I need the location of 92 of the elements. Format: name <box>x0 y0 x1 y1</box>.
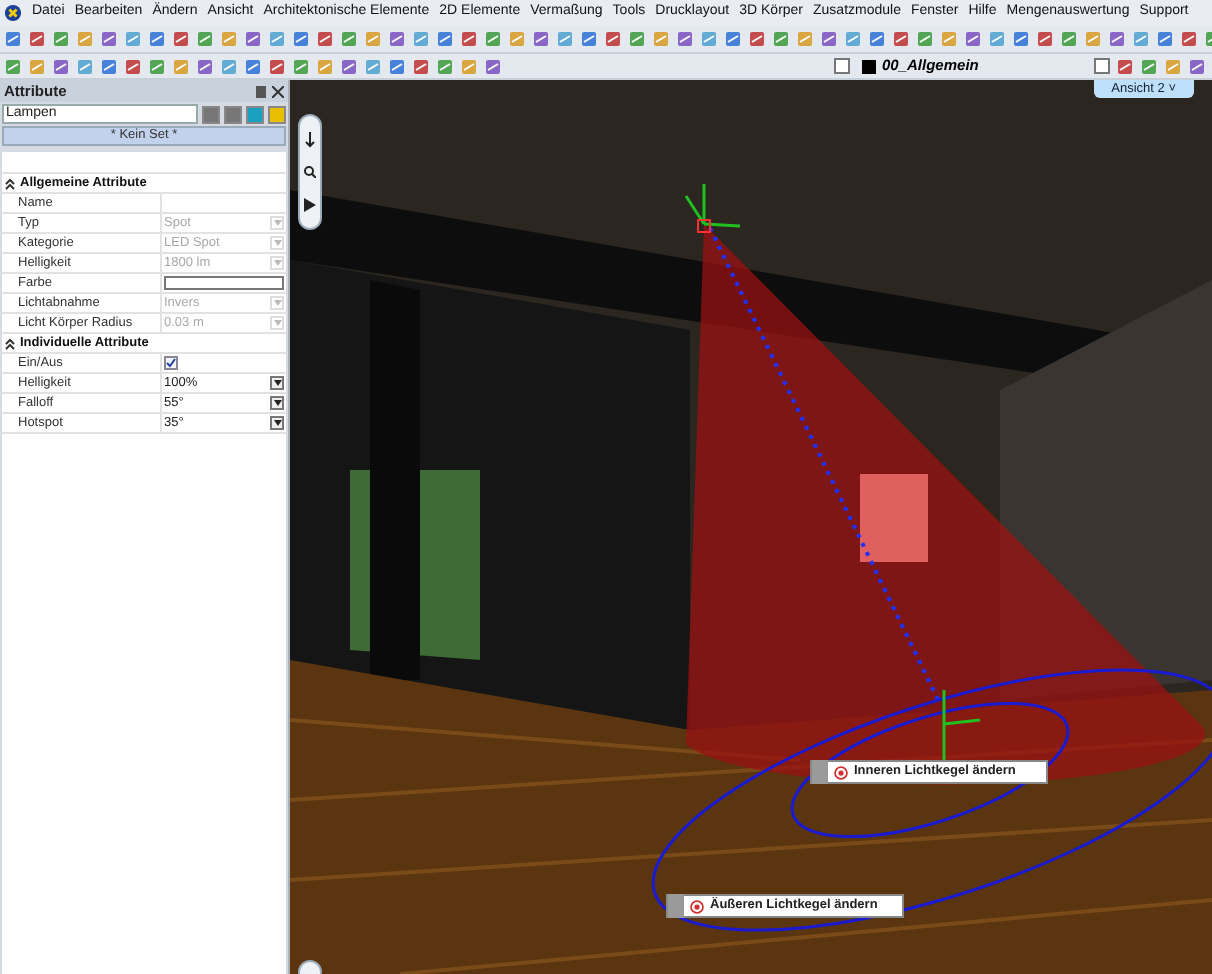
tool-icon[interactable] <box>1108 30 1126 48</box>
tool-icon[interactable] <box>460 57 478 75</box>
collapse-icon[interactable] <box>4 337 16 349</box>
tool-icon[interactable] <box>1012 30 1030 48</box>
tool-icon[interactable] <box>292 57 310 75</box>
tool-icon[interactable] <box>196 57 214 75</box>
tool-icon[interactable] <box>1036 30 1054 48</box>
tool-icon[interactable] <box>412 57 430 75</box>
tool-icon[interactable] <box>244 57 262 75</box>
tool-icon[interactable] <box>28 57 46 75</box>
dropdown-button[interactable] <box>270 416 284 430</box>
tool-icon[interactable] <box>1060 30 1078 48</box>
pin-icon[interactable] <box>256 85 266 97</box>
tool-icon[interactable] <box>52 30 70 48</box>
close-icon[interactable] <box>272 85 284 97</box>
tool-icon[interactable] <box>1188 57 1206 75</box>
checkbox[interactable] <box>164 356 178 370</box>
tool-icon[interactable] <box>388 30 406 48</box>
tool-icon[interactable] <box>148 30 166 48</box>
tool-icon[interactable] <box>940 30 958 48</box>
tool-icon[interactable] <box>172 30 190 48</box>
tool-icon[interactable] <box>676 30 694 48</box>
tool-icon[interactable] <box>268 57 286 75</box>
tool-icon[interactable] <box>196 30 214 48</box>
tool-icon[interactable] <box>340 30 358 48</box>
tool-icon[interactable] <box>604 30 622 48</box>
tool-icon[interactable] <box>964 30 982 48</box>
tool-icon[interactable] <box>1116 57 1134 75</box>
tool-icon[interactable] <box>316 30 334 48</box>
tool-icon[interactable] <box>580 30 598 48</box>
tool-icon[interactable] <box>316 57 334 75</box>
tool-icon[interactable] <box>868 30 886 48</box>
tool-icon[interactable] <box>508 30 526 48</box>
zoom-icon[interactable] <box>304 166 316 179</box>
tool-icon[interactable] <box>796 30 814 48</box>
tool-icon[interactable] <box>1180 30 1198 48</box>
navigation-widget[interactable] <box>298 114 322 230</box>
collapse-icon[interactable] <box>4 177 16 189</box>
color-field[interactable] <box>164 276 284 290</box>
tool-icon[interactable] <box>100 30 118 48</box>
target-icon <box>690 899 704 913</box>
tool-icon[interactable] <box>76 30 94 48</box>
dropdown-button[interactable] <box>270 376 284 390</box>
tool-icon[interactable] <box>268 30 286 48</box>
tool-icon[interactable] <box>1164 57 1182 75</box>
tool-icon[interactable] <box>172 57 190 75</box>
tool-icon[interactable] <box>4 57 22 75</box>
tool-icon[interactable] <box>892 30 910 48</box>
tool-icon[interactable] <box>532 30 550 48</box>
tool-icon[interactable] <box>484 57 502 75</box>
tool-icon[interactable] <box>460 30 478 48</box>
tool-icon[interactable] <box>388 57 406 75</box>
tool-icon[interactable] <box>436 57 454 75</box>
tool-icon[interactable] <box>484 30 502 48</box>
tool-icon[interactable] <box>820 30 838 48</box>
tool-icon[interactable] <box>628 30 646 48</box>
tool-icon[interactable] <box>100 57 118 75</box>
tool-icon[interactable] <box>556 30 574 48</box>
tool-icon[interactable] <box>1140 57 1158 75</box>
tool-icon[interactable] <box>220 57 238 75</box>
tool-icon[interactable] <box>916 30 934 48</box>
tool-icon[interactable] <box>220 30 238 48</box>
tool-icon[interactable] <box>700 30 718 48</box>
down-arrow-icon[interactable] <box>304 131 316 148</box>
play-icon[interactable] <box>304 198 316 213</box>
layer-color-swatch <box>862 59 876 73</box>
tool-icon[interactable] <box>1084 30 1102 48</box>
tool-icon[interactable] <box>364 57 382 75</box>
tool-icon[interactable] <box>1132 30 1150 48</box>
tool-icon[interactable] <box>124 57 142 75</box>
tool-icon[interactable] <box>52 57 70 75</box>
tool-icon[interactable] <box>124 30 142 48</box>
dropdown-button[interactable] <box>270 396 284 410</box>
tool-icon[interactable] <box>364 30 382 48</box>
tool-icon[interactable] <box>292 30 310 48</box>
tool-icon[interactable] <box>76 57 94 75</box>
tool-icon[interactable] <box>412 30 430 48</box>
tool-icon[interactable] <box>772 30 790 48</box>
tool-icon[interactable] <box>4 30 22 48</box>
tool-icon[interactable] <box>244 30 262 48</box>
tool-icon[interactable] <box>724 30 742 48</box>
tool-icon[interactable] <box>844 30 862 48</box>
tool-icon[interactable] <box>28 30 46 48</box>
target-icon <box>834 765 848 779</box>
tool-icon[interactable] <box>436 30 454 48</box>
tool-icon[interactable] <box>148 57 166 75</box>
tool-icon[interactable] <box>1156 30 1174 48</box>
tool-icon[interactable] <box>340 57 358 75</box>
tool-icon[interactable] <box>988 30 1006 48</box>
app-logo-icon[interactable] <box>4 4 22 22</box>
tool-icon[interactable] <box>652 30 670 48</box>
tool-icon[interactable] <box>748 30 766 48</box>
